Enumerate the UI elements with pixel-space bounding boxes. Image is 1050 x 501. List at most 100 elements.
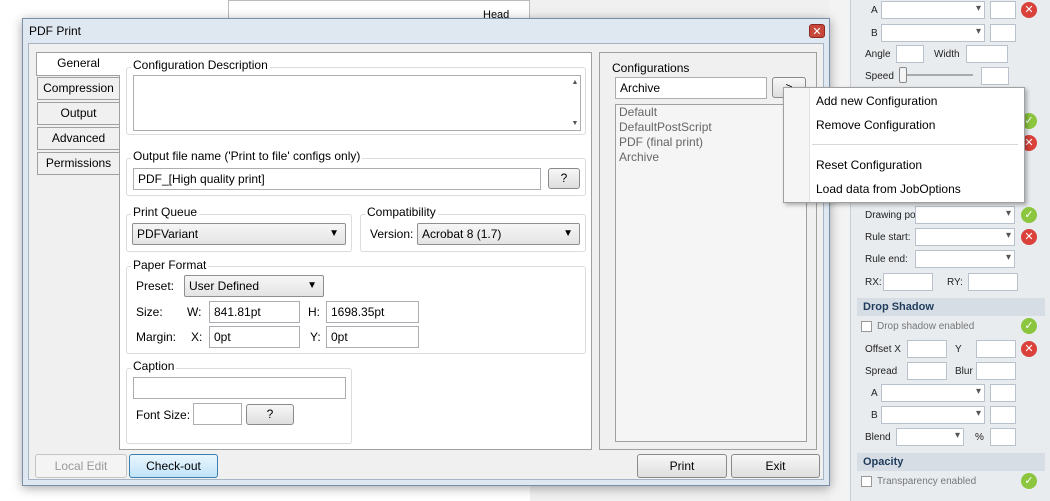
chevron-down-icon: ▼ bbox=[329, 228, 339, 239]
check-icon[interactable]: ✓ bbox=[1021, 473, 1037, 489]
tab-general[interactable]: General bbox=[36, 52, 120, 76]
margin-x-label: X: bbox=[191, 330, 203, 344]
margin-y-label: Y: bbox=[310, 330, 321, 344]
blend-percent-field[interactable] bbox=[990, 428, 1016, 446]
width-field[interactable] bbox=[966, 45, 1008, 63]
menu-item-remove-configuration[interactable]: Remove Configuration bbox=[784, 113, 1024, 137]
a-value-field[interactable] bbox=[990, 1, 1016, 19]
rule-start-combo[interactable] bbox=[915, 228, 1015, 246]
property-panel: A ✕ B Angle Width Speed ✓ ✕ Drawing pos:… bbox=[850, 0, 1050, 501]
check-icon[interactable]: ✓ bbox=[1021, 207, 1037, 223]
label-b: B bbox=[871, 28, 878, 39]
tab-advanced[interactable]: Advanced bbox=[37, 127, 120, 150]
height-label: H: bbox=[308, 305, 320, 319]
background-gap bbox=[830, 0, 850, 501]
compatibility-title: Compatibility bbox=[365, 205, 438, 219]
label-spread: Spread bbox=[865, 366, 898, 377]
offset-x-field[interactable] bbox=[907, 340, 947, 358]
check-out-button[interactable]: Check-out bbox=[129, 454, 218, 478]
rule-end-combo[interactable] bbox=[915, 250, 1015, 268]
drop-shadow-checkbox[interactable] bbox=[861, 321, 872, 332]
drop-shadow-enabled-label: Drop shadow enabled bbox=[877, 321, 975, 332]
remove-icon[interactable]: ✕ bbox=[1021, 2, 1037, 18]
print-queue-value: PDFVariant bbox=[137, 227, 199, 241]
output-file-help-button[interactable]: ? bbox=[548, 168, 580, 189]
label-speed: Speed bbox=[865, 71, 894, 82]
output-file-input[interactable]: PDF_[High quality print] bbox=[133, 168, 541, 190]
scroll-down-icon[interactable]: ▼ bbox=[570, 120, 580, 127]
paper-width-input[interactable]: 841.81pt bbox=[209, 301, 300, 323]
configuration-item-archive[interactable]: Archive bbox=[616, 150, 806, 165]
font-size-input[interactable] bbox=[193, 403, 242, 425]
rx-field[interactable] bbox=[883, 273, 933, 291]
menu-item-load-data-from-joboptions[interactable]: Load data from JobOptions bbox=[784, 177, 1024, 201]
transparency-checkbox[interactable] bbox=[861, 476, 872, 487]
background-canvas-bottom bbox=[228, 484, 530, 501]
caption-help-button[interactable]: ? bbox=[246, 404, 294, 425]
configurations-title: Configurations bbox=[612, 61, 690, 75]
label-b2: B bbox=[871, 410, 878, 421]
preset-label: Preset: bbox=[136, 279, 175, 293]
tab-compression[interactable]: Compression bbox=[37, 77, 120, 100]
margin-y-input[interactable]: 0pt bbox=[326, 326, 419, 348]
drop-shadow-header[interactable]: Drop Shadow bbox=[857, 298, 1045, 316]
margin-label: Margin: bbox=[136, 330, 177, 344]
speed-slider-track[interactable] bbox=[901, 74, 973, 76]
tab-output[interactable]: Output bbox=[37, 102, 120, 125]
chevron-down-icon: ▼ bbox=[563, 228, 573, 239]
current-configuration-input[interactable]: Archive bbox=[615, 77, 767, 99]
ry-field[interactable] bbox=[968, 273, 1018, 291]
a2-combo[interactable] bbox=[881, 384, 985, 402]
spread-field[interactable] bbox=[907, 362, 947, 380]
angle-field[interactable] bbox=[896, 45, 924, 63]
margin-x-input[interactable]: 0pt bbox=[209, 326, 300, 348]
a-combo[interactable] bbox=[881, 1, 985, 19]
label-percent: % bbox=[975, 432, 984, 443]
b-combo[interactable] bbox=[881, 24, 985, 42]
remove-icon[interactable]: ✕ bbox=[1021, 229, 1037, 245]
preset-select[interactable]: User Defined ▼ bbox=[184, 275, 324, 297]
output-file-title: Output file name ('Print to file' config… bbox=[131, 149, 363, 163]
pdf-print-dialog: PDF Print ✕ General Compression Output A… bbox=[22, 18, 830, 486]
blur-field[interactable] bbox=[976, 362, 1016, 380]
close-button[interactable]: ✕ bbox=[809, 24, 825, 38]
b-value-field[interactable] bbox=[990, 24, 1016, 42]
configuration-item-default[interactable]: Default bbox=[616, 105, 806, 120]
label-ry: RY: bbox=[947, 277, 963, 288]
label-blend: Blend bbox=[865, 432, 891, 443]
label-rule-start: Rule start: bbox=[865, 232, 911, 243]
a2-value-field[interactable] bbox=[990, 384, 1016, 402]
check-icon[interactable]: ✓ bbox=[1021, 318, 1037, 334]
label-a2: A bbox=[871, 388, 878, 399]
dialog-titlebar[interactable]: PDF Print bbox=[23, 19, 829, 43]
blend-combo[interactable] bbox=[896, 428, 964, 446]
b2-value-field[interactable] bbox=[990, 406, 1016, 424]
configurations-list[interactable]: Default DefaultPostScript PDF (final pri… bbox=[615, 104, 807, 442]
label-rx: RX: bbox=[865, 277, 882, 288]
compatibility-version-select[interactable]: Acrobat 8 (1.7) ▼ bbox=[417, 223, 580, 245]
configuration-item-default-postscript[interactable]: DefaultPostScript bbox=[616, 120, 806, 135]
speed-slider-thumb[interactable] bbox=[899, 67, 907, 83]
print-queue-select[interactable]: PDFVariant ▼ bbox=[132, 223, 346, 245]
opacity-header[interactable]: Opacity bbox=[857, 453, 1045, 471]
print-button[interactable]: Print bbox=[637, 454, 727, 478]
b2-combo[interactable] bbox=[881, 406, 985, 424]
exit-button[interactable]: Exit bbox=[731, 454, 820, 478]
configuration-item-pdf-final-print[interactable]: PDF (final print) bbox=[616, 135, 806, 150]
menu-item-reset-configuration[interactable]: Reset Configuration bbox=[784, 153, 1024, 177]
paper-height-input[interactable]: 1698.35pt bbox=[326, 301, 419, 323]
menu-item-add-new-configuration[interactable]: Add new Configuration bbox=[784, 89, 1024, 113]
config-description-title: Configuration Description bbox=[131, 58, 270, 72]
offset-y-field[interactable] bbox=[976, 340, 1016, 358]
config-description-textarea[interactable] bbox=[133, 75, 581, 131]
speed-field[interactable] bbox=[981, 67, 1009, 85]
caption-input[interactable] bbox=[133, 377, 346, 399]
local-edit-button[interactable]: Local Edit bbox=[35, 454, 127, 478]
drawing-pos-combo[interactable] bbox=[915, 206, 1015, 224]
scroll-up-icon[interactable]: ▲ bbox=[570, 79, 580, 86]
remove-icon[interactable]: ✕ bbox=[1021, 341, 1037, 357]
compatibility-version-value: Acrobat 8 (1.7) bbox=[422, 227, 502, 241]
width-label: W: bbox=[187, 305, 202, 319]
label-offset-x: Offset X bbox=[865, 344, 901, 355]
tab-permissions[interactable]: Permissions bbox=[37, 152, 120, 175]
